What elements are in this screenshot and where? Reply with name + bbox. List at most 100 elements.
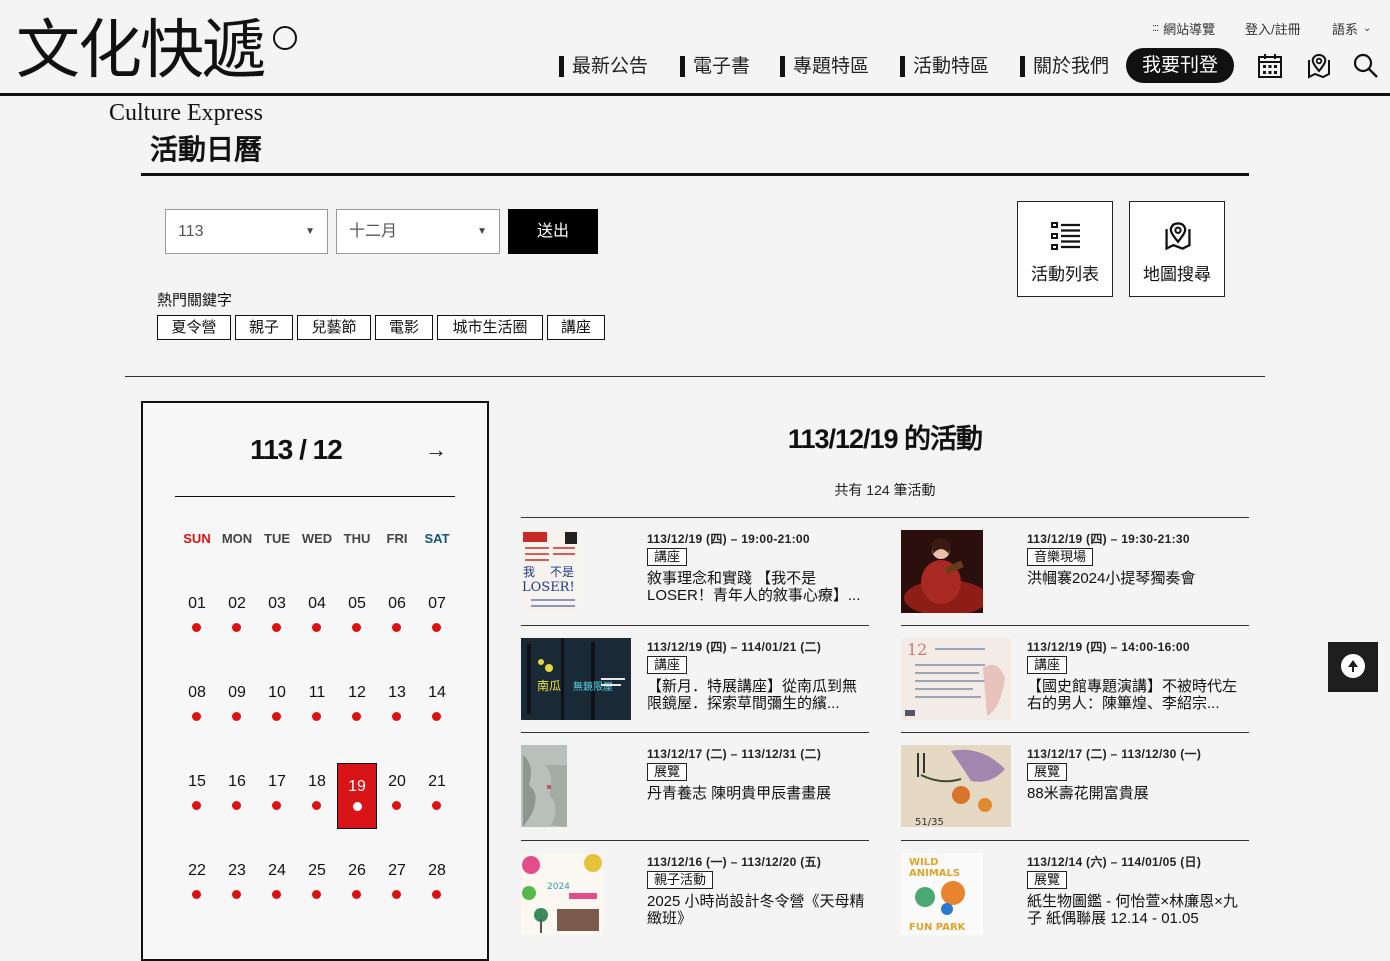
thumb-text: FUN PARK: [909, 922, 967, 933]
event-thumbnail[interactable]: [901, 530, 983, 613]
weekday-label: TUE: [264, 531, 290, 546]
event-title[interactable]: 洪幗褰2024小提琴獨奏會: [1027, 570, 1251, 587]
category-badge: 講座: [1027, 656, 1068, 674]
event-dot: [312, 623, 321, 632]
thumb-text: 南瓜: [537, 678, 561, 693]
calendar-day[interactable]: 06: [377, 595, 417, 655]
calendar-day[interactable]: 18: [297, 773, 337, 833]
submit-button[interactable]: 送出: [508, 209, 598, 254]
event-dot: [232, 801, 241, 810]
hot-tag[interactable]: 講座: [547, 315, 605, 340]
day-number: 13: [388, 684, 406, 701]
login-link[interactable]: 登入/註冊: [1245, 18, 1301, 38]
event-thumbnail[interactable]: [521, 745, 567, 827]
event-title[interactable]: 【新月．特展講座】從南瓜到無限鏡屋．探索草間彌生的繽...: [647, 678, 871, 712]
list-divider: [521, 732, 869, 733]
event-list-button[interactable]: 活動列表: [1017, 201, 1113, 297]
day-number: 25: [308, 862, 326, 879]
event-dot: [192, 801, 201, 810]
event-thumbnail[interactable]: 12: [901, 638, 1011, 720]
sitemap-link[interactable]: ::: 網站導覽: [1152, 18, 1215, 38]
calendar-day[interactable]: 13: [377, 684, 417, 744]
calendar-day[interactable]: 16: [217, 773, 257, 833]
map-pin-icon[interactable]: [1305, 52, 1333, 80]
event-card[interactable]: 12 113/12/19 (四) – 14:00-16:00 講座 【國史館專題…: [901, 638, 1249, 728]
nav-item-news[interactable]: 最新公告: [559, 52, 648, 82]
calendar-day[interactable]: 09: [217, 684, 257, 744]
calendar-icon[interactable]: [1256, 52, 1284, 80]
calendar-day[interactable]: 24: [257, 862, 297, 922]
event-card[interactable]: 51/35 113/12/17 (二) – 113/12/30 (一) 展覽 8…: [901, 745, 1249, 835]
calendar-day[interactable]: 28: [417, 862, 457, 922]
calendar-day[interactable]: 03: [257, 595, 297, 655]
event-dot: [432, 712, 441, 721]
calendar-day[interactable]: 05: [337, 595, 377, 655]
publish-button[interactable]: 我要刊登: [1126, 48, 1234, 83]
event-card[interactable]: 南瓜 無鏡限屋 113/12/19 (四) – 114/01/21 (二) 講座…: [521, 638, 869, 728]
event-card[interactable]: 我 不是 LOSER! 113/12/19 (四) – 19:00-21:00 …: [521, 530, 869, 620]
event-title[interactable]: 丹青養志 陳明貴甲辰書畫展: [647, 785, 871, 802]
calendar-day[interactable]: 07: [417, 595, 457, 655]
calendar-day[interactable]: 11: [297, 684, 337, 744]
section-divider: [125, 376, 1265, 377]
event-card[interactable]: 113/12/19 (四) – 19:30-21:30 音樂現場 洪幗褰2024…: [901, 530, 1249, 620]
event-title[interactable]: 敘事理念和實踐 【我不是LOSER！青年人的敘事心療】...: [647, 570, 871, 604]
event-card[interactable]: 2024 113/12/16 (一) – 113/12/20 (五) 親子活動 …: [521, 853, 869, 943]
back-to-top-button[interactable]: [1328, 642, 1378, 692]
calendar-day[interactable]: 08: [177, 684, 217, 744]
calendar-day[interactable]: 23: [217, 862, 257, 922]
month-select[interactable]: 十二月 ▼: [336, 209, 500, 254]
event-date: 113/12/14 (六) – 114/01/05 (日): [1027, 855, 1202, 869]
hot-tag[interactable]: 城市生活圈: [437, 315, 543, 340]
day-number: 08: [188, 684, 206, 701]
calendar-day[interactable]: 27: [377, 862, 417, 922]
calendar-day[interactable]: 12: [337, 684, 377, 744]
nav-item-topics[interactable]: 專題特區: [780, 52, 869, 82]
event-dot: [312, 801, 321, 810]
event-title[interactable]: 88米壽花開富貴展: [1027, 785, 1251, 802]
event-thumbnail[interactable]: 南瓜 無鏡限屋: [521, 638, 631, 720]
calendar-day[interactable]: 21: [417, 773, 457, 833]
year-select[interactable]: 113 ▼: [165, 209, 328, 254]
event-title[interactable]: 紙生物圖鑑 - 何怡萱×林廉恩×九子 紙偶聯展 12.14 - 01.05: [1027, 893, 1251, 927]
nav-item-ebook[interactable]: 電子書: [680, 52, 750, 82]
calendar-day[interactable]: 22: [177, 862, 217, 922]
calendar-day[interactable]: 10: [257, 684, 297, 744]
event-thumbnail[interactable]: 51/35: [901, 745, 1011, 827]
hot-tag[interactable]: 夏令營: [157, 315, 231, 340]
calendar-day[interactable]: 20: [377, 773, 417, 833]
event-date: 113/12/19 (四) – 19:30-21:30: [1027, 532, 1190, 546]
language-dropdown[interactable]: 語系 ⌄: [1332, 18, 1371, 38]
event-thumbnail[interactable]: WILD ANIMALS FUN PARK: [901, 853, 983, 935]
hot-tag[interactable]: 親子: [235, 315, 293, 340]
hot-tag[interactable]: 兒藝節: [297, 315, 371, 340]
list-divider: [521, 840, 869, 841]
calendar-day[interactable]: 25: [297, 862, 337, 922]
event-card[interactable]: WILD ANIMALS FUN PARK 113/12/14 (六) – 11…: [901, 853, 1249, 943]
event-thumbnail[interactable]: 我 不是 LOSER!: [521, 530, 579, 613]
next-month-arrow-icon[interactable]: →: [425, 437, 447, 463]
site-logo[interactable]: 文化快遞: [16, 14, 266, 88]
calendar-day[interactable]: 02: [217, 595, 257, 655]
calendar-day[interactable]: 26: [337, 862, 377, 922]
search-icon[interactable]: [1352, 52, 1380, 80]
day-number: 01: [188, 595, 206, 612]
event-thumbnail[interactable]: 2024: [521, 853, 603, 935]
event-card[interactable]: 113/12/17 (二) – 113/12/31 (二) 展覽 丹青養志 陳明…: [521, 745, 869, 835]
event-dot: [392, 890, 401, 899]
event-dot: [432, 801, 441, 810]
calendar-day[interactable]: 15: [177, 773, 217, 833]
thumb-text: 51/35: [915, 817, 944, 827]
calendar-day[interactable]: 04: [297, 595, 337, 655]
calendar-day[interactable]: 14: [417, 684, 457, 744]
event-title[interactable]: 【國史館專題演講】不被時代左右的男人：陳篳煌、李紹宗...: [1027, 678, 1251, 712]
list-divider: [521, 625, 869, 626]
calendar-day[interactable]: 17: [257, 773, 297, 833]
nav-item-about[interactable]: 關於我們: [1020, 52, 1109, 82]
map-search-button[interactable]: 地圖搜尋: [1129, 201, 1225, 297]
calendar-day-selected[interactable]: 19: [337, 763, 377, 829]
event-title[interactable]: 2025 小時尚設計冬令營《天母精緻班》: [647, 893, 871, 927]
calendar-day[interactable]: 01: [177, 595, 217, 655]
hot-tag[interactable]: 電影: [375, 315, 433, 340]
nav-item-events[interactable]: 活動特區: [900, 52, 989, 82]
